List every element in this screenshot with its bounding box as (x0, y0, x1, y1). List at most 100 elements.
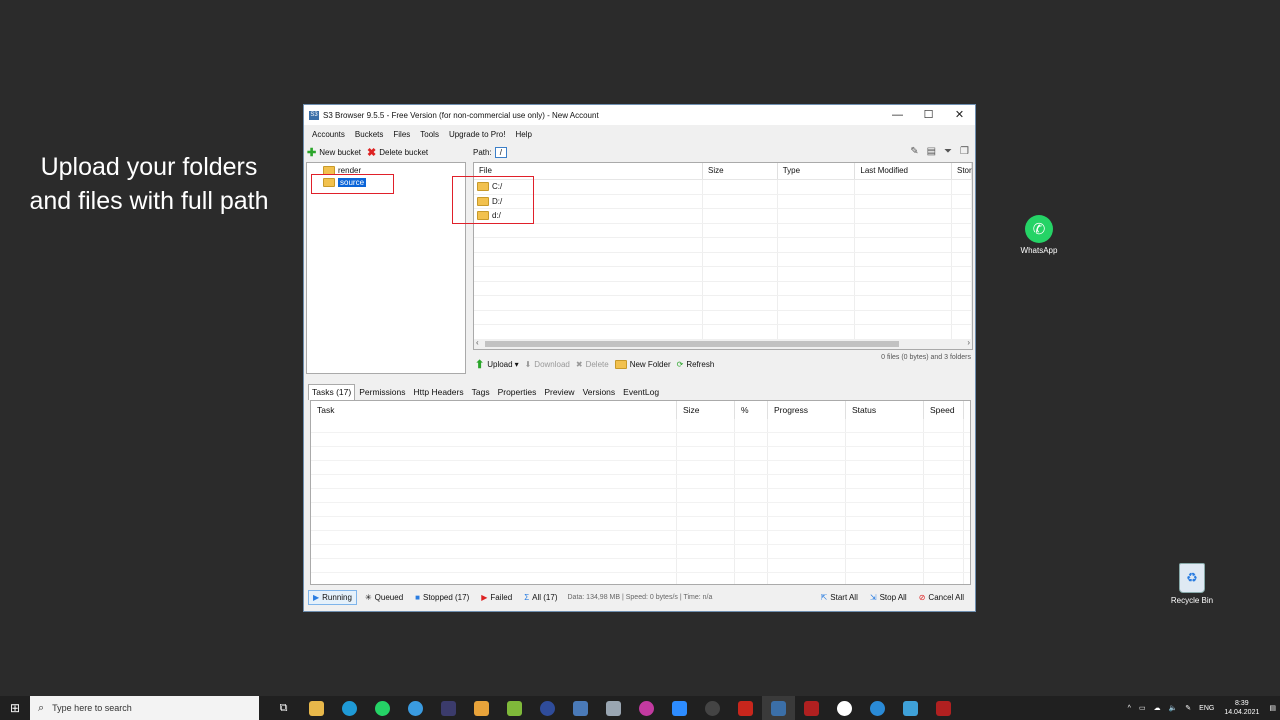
zoom-icon (672, 700, 687, 716)
scroll-right-icon[interactable]: › (967, 338, 970, 347)
delete-button[interactable]: ✖ Delete (576, 360, 609, 369)
scrollbar-thumb[interactable] (485, 341, 899, 347)
menu-help[interactable]: Help (510, 130, 536, 139)
grid-view-icon[interactable]: ▤ (927, 146, 936, 157)
taskbar-app-zoom[interactable] (663, 696, 696, 720)
filter-icon[interactable]: ⏷ (944, 146, 952, 157)
menu-accounts[interactable]: Accounts (307, 130, 350, 139)
taskbar-app-settings[interactable] (696, 696, 729, 720)
pencil-icon[interactable]: ✎ (910, 146, 918, 157)
cancel-all-button[interactable]: ⊘ Cancel All (915, 591, 968, 604)
clock[interactable]: 8:39 14.04.2021 (1224, 699, 1259, 717)
scroll-left-icon[interactable]: ‹ (476, 338, 479, 347)
tab-properties[interactable]: Properties (494, 384, 541, 400)
column-speed[interactable]: Speed (924, 401, 964, 419)
file-toolbar: ⬆ Upload ▾ ⬇ Download ✖ Delete New Folde… (475, 355, 720, 373)
app-icon (936, 700, 951, 716)
column-size[interactable]: Size (677, 401, 735, 419)
tab-http-headers[interactable]: Http Headers (410, 384, 468, 400)
tab-preview[interactable]: Preview (540, 384, 578, 400)
taskbar-app-whatsapp[interactable] (366, 696, 399, 720)
download-button[interactable]: ⬇ Download (525, 360, 570, 369)
video-caption: Upload your folders and files with full … (12, 150, 286, 218)
chevron-up-icon[interactable]: ^ (1128, 705, 1131, 712)
close-button[interactable]: ✕ (944, 105, 975, 125)
minimize-button[interactable]: — (882, 105, 913, 125)
path-input[interactable]: / (494, 146, 507, 158)
taskbar-app-s3browser[interactable] (762, 696, 795, 720)
taskbar-search[interactable]: ⌕ Type here to search (30, 696, 259, 720)
tab-tasks[interactable]: Tasks (17) (308, 384, 356, 400)
filter-all-button[interactable]: Σ All (17) (520, 591, 561, 604)
taskbar-app-filezilla[interactable] (729, 696, 762, 720)
app-icon: S3 (309, 110, 319, 120)
cloud-icon[interactable]: ☁ (1154, 704, 1161, 712)
file-row[interactable]: D:/ (474, 194, 972, 209)
tasks-header: Task Size % Progress Status Speed (311, 401, 970, 419)
start-all-button[interactable]: ⇱ Start All (817, 591, 862, 604)
filter-stopped-button[interactable]: ■ Stopped (17) (411, 591, 473, 604)
taskbar-app-calculator[interactable] (564, 696, 597, 720)
filter-failed-button[interactable]: ▶ Failed (477, 591, 516, 604)
language-indicator[interactable]: ENG (1199, 705, 1214, 712)
menu-upgrade[interactable]: Upgrade to Pro! (444, 130, 510, 139)
horizontal-scrollbar[interactable]: ‹ › (474, 338, 972, 349)
stop-icon: ■ (415, 592, 420, 602)
desktop-icon-whatsapp[interactable]: ✆ WhatsApp (1004, 215, 1074, 255)
taskbar-app-photos[interactable] (597, 696, 630, 720)
taskbar-app-blender[interactable] (465, 696, 498, 720)
column-storage[interactable]: Stor (952, 163, 972, 179)
taskbar-app-w[interactable] (828, 696, 861, 720)
network-icon[interactable]: ▭ (1139, 704, 1146, 712)
taskbar-app-red[interactable] (795, 696, 828, 720)
column-progress[interactable]: Progress (768, 401, 846, 419)
tab-tags[interactable]: Tags (468, 384, 494, 400)
new-folder-button[interactable]: New Folder (614, 359, 671, 369)
taskbar-app-ie[interactable] (861, 696, 894, 720)
delete-bucket-label: Delete bucket (379, 148, 429, 157)
taskbar-app-explorer[interactable] (300, 696, 333, 720)
start-button[interactable]: ⊞ (0, 701, 30, 715)
maximize-button[interactable]: ☐ (913, 105, 944, 125)
volume-icon[interactable]: 🔈 (1169, 704, 1178, 712)
new-bucket-button[interactable]: ✚ New bucket (307, 146, 361, 159)
refresh-button[interactable]: ⟳ Refresh (677, 360, 715, 369)
tab-permissions[interactable]: Permissions (355, 384, 409, 400)
file-row[interactable]: C:/ (474, 180, 972, 195)
column-last-modified[interactable]: Last Modified (855, 163, 952, 179)
taskbar-app-paint[interactable] (630, 696, 663, 720)
taskbar-app-telegram[interactable] (399, 696, 432, 720)
menu-files[interactable]: Files (388, 130, 415, 139)
filter-running-button[interactable]: ▶ Running (308, 589, 357, 605)
tab-versions[interactable]: Versions (579, 384, 620, 400)
desktop-icon-recycle-bin[interactable]: ♻ Recycle Bin (1157, 563, 1227, 605)
column-status[interactable]: Status (846, 401, 924, 419)
pen-icon[interactable]: ✎ (1185, 704, 1191, 712)
whatsapp-icon (375, 700, 390, 716)
file-row[interactable]: d:/ (474, 209, 972, 224)
column-size[interactable]: Size (703, 163, 778, 179)
title-bar[interactable]: S3 S3 Browser 9.5.5 - Free Version (for … (304, 105, 975, 125)
column-type[interactable]: Type (778, 163, 856, 179)
column-percent[interactable]: % (735, 401, 768, 419)
tab-eventlog[interactable]: EventLog (619, 384, 663, 400)
taskbar-app-edge[interactable] (333, 696, 366, 720)
path-bar: Path: / (473, 145, 973, 159)
taskbar-app-remote[interactable] (894, 696, 927, 720)
column-task[interactable]: Task (311, 401, 677, 419)
menu-buckets[interactable]: Buckets (350, 130, 388, 139)
task-view-button[interactable]: ⧉ (267, 696, 300, 720)
taskbar-app-green[interactable] (498, 696, 531, 720)
upload-button[interactable]: ⬆ Upload ▾ (475, 358, 519, 371)
notification-icon[interactable]: ▤ (1269, 704, 1276, 712)
taskbar-app-cinema4d[interactable] (531, 696, 564, 720)
copy-icon[interactable]: ❐ (960, 146, 969, 157)
taskbar-app-davinci[interactable] (432, 696, 465, 720)
delete-bucket-button[interactable]: ✖ Delete bucket (367, 146, 428, 159)
stop-all-button[interactable]: ⇲ Stop All (866, 591, 911, 604)
taskbar-app-red2[interactable] (927, 696, 960, 720)
filter-queued-button[interactable]: ✳ Queued (361, 591, 407, 604)
menu-tools[interactable]: Tools (415, 130, 444, 139)
download-label: Download (534, 359, 570, 369)
cancel-all-label: Cancel All (928, 592, 964, 602)
